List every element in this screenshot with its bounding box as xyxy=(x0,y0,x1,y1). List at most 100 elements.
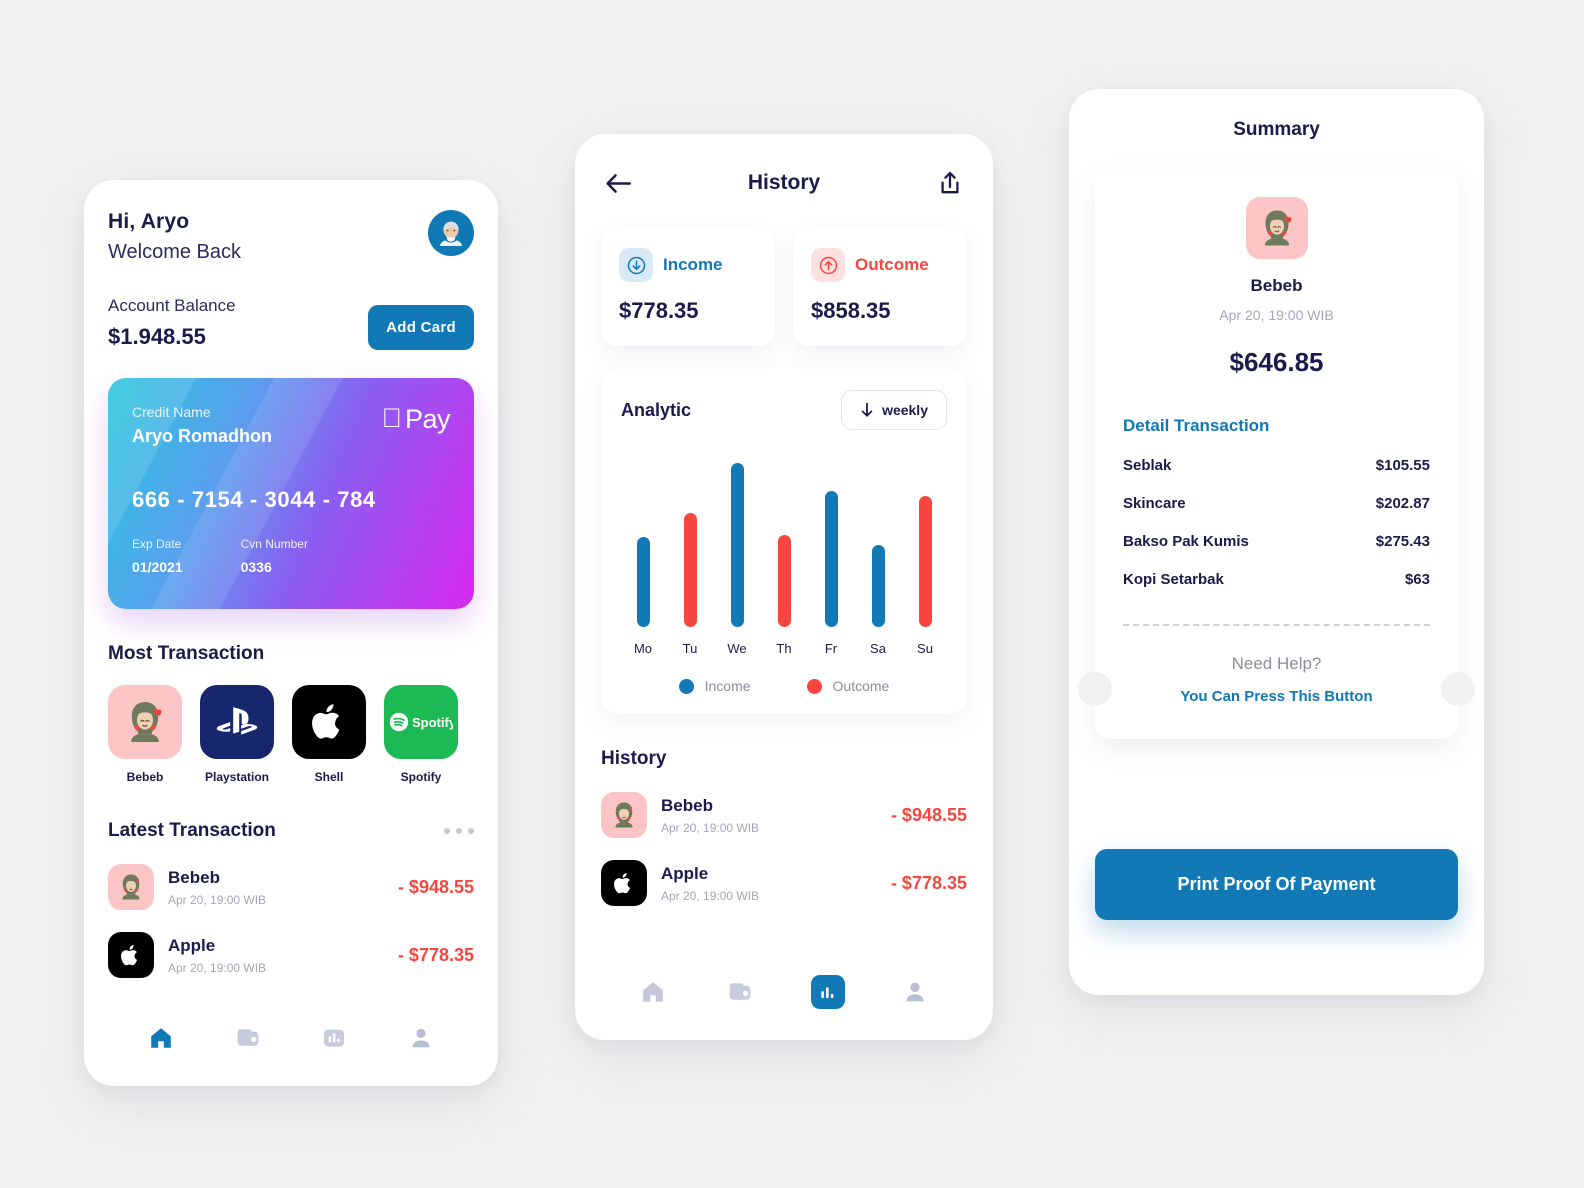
home-content: Hi, Aryo Welcome Back Account Balance $1… xyxy=(84,180,498,978)
most-transaction-item-bebeb[interactable]: Bebeb xyxy=(108,685,182,784)
person-icon xyxy=(906,982,924,1002)
list-item[interactable]: Bebeb Apr 20, 19:00 WIB - $948.55 xyxy=(601,792,967,838)
credit-card[interactable]: Credit Name Aryo Romadhon  Pay 666 - 71… xyxy=(108,378,474,609)
svg-text:Spotify: Spotify xyxy=(412,715,453,730)
chart-bar-column: Sa xyxy=(862,447,894,656)
chart-x-tick-label: Fr xyxy=(824,641,838,656)
phone-summary-screen: Summary Bebeb Apr 20, 19:00 WIB $646.85 … xyxy=(1069,89,1484,995)
transaction-time: Apr 20, 19:00 WIB xyxy=(661,820,760,835)
legend-label: Outcome xyxy=(832,678,890,694)
chart-bar-holder xyxy=(636,447,650,627)
home-icon xyxy=(151,1028,172,1048)
back-button[interactable] xyxy=(601,166,635,200)
nav-item-home[interactable] xyxy=(633,972,673,1012)
phone-history-screen: History Income $778.35 Outcome $858.35 A… xyxy=(575,134,993,1040)
receipt-total: $646.85 xyxy=(1229,347,1324,377)
nav-item-analytics[interactable] xyxy=(314,1018,354,1058)
most-transaction-item-playstation[interactable]: Playstation xyxy=(200,685,274,784)
nav-item-wallet[interactable] xyxy=(720,972,760,1012)
detail-label: Bakso Pak Kumis xyxy=(1123,533,1249,550)
list-item-text: Apple Apr 20, 19:00 WIB xyxy=(168,936,398,975)
greeting-row: Hi, Aryo Welcome Back xyxy=(108,210,474,264)
chart-x-tick-label: Tu xyxy=(682,641,698,656)
income-card[interactable]: Income $778.35 xyxy=(601,228,775,346)
list-item[interactable]: Bebeb Apr 20, 19:00 WIB - $948.55 xyxy=(108,864,474,910)
outcome-label: Outcome xyxy=(855,255,929,274)
credit-card-number: 666 - 7154 - 3044 - 784 xyxy=(132,487,376,512)
receipt-notch-right xyxy=(1441,672,1475,706)
nav-item-wallet[interactable] xyxy=(228,1018,268,1058)
most-transaction-item-shell[interactable]: Shell xyxy=(292,685,366,784)
apple-logo-glyph xyxy=(121,944,138,965)
income-outcome-row: Income $778.35 Outcome $858.35 xyxy=(601,228,967,346)
chart-x-tick-label: Su xyxy=(917,641,933,656)
transaction-amount: - $948.55 xyxy=(890,804,967,825)
most-transaction-tiles: Bebeb Playstation Shell Spotify Spotify xyxy=(108,685,474,784)
nav-item-home[interactable] xyxy=(141,1018,181,1058)
detail-transaction-title: Detail Transaction xyxy=(1123,416,1270,435)
analytic-header: Analytic weekly xyxy=(621,390,947,430)
range-label: weekly xyxy=(882,402,928,418)
outcome-card[interactable]: Outcome $858.35 xyxy=(793,228,967,346)
page-title: Summary xyxy=(1233,119,1320,140)
latest-transaction-title: Latest Transaction xyxy=(108,820,276,841)
spotify-logo-glyph: Spotify xyxy=(389,712,453,732)
home-icon xyxy=(642,982,663,1002)
most-transaction-label: Shell xyxy=(314,770,344,784)
list-item-text: Bebeb Apr 20, 19:00 WIB xyxy=(661,796,891,835)
help-action-link[interactable]: You Can Press This Button xyxy=(1123,688,1430,705)
history-content: History Income $778.35 Outcome $858.35 A… xyxy=(575,134,993,906)
chart-bar xyxy=(918,496,932,627)
chart-bar xyxy=(777,535,791,627)
most-transaction-item-spotify[interactable]: Spotify Spotify xyxy=(384,685,458,784)
bar-chart-icon xyxy=(821,986,834,998)
print-proof-button[interactable]: Print Proof Of Payment xyxy=(1095,849,1458,920)
nav-item-profile[interactable] xyxy=(401,1018,441,1058)
cvn-block: Cvn Number 0336 xyxy=(241,537,308,575)
transaction-time: Apr 20, 19:00 WIB xyxy=(168,892,267,907)
memoji-woman-hijab-glyph xyxy=(122,874,140,900)
credit-card-top: Credit Name Aryo Romadhon  Pay xyxy=(132,404,451,447)
memoji-woman-hijab-icon xyxy=(601,792,647,838)
nav-item-profile[interactable] xyxy=(895,972,935,1012)
chart-bar-column: Fr xyxy=(815,447,847,656)
chart-bar-holder xyxy=(730,447,744,627)
share-button[interactable] xyxy=(933,166,967,200)
nav-active-indicator xyxy=(810,975,845,1009)
screenshot-stage: Hi, Aryo Welcome Back Account Balance $1… xyxy=(0,0,1584,1188)
nav-item-analytics[interactable] xyxy=(808,972,848,1012)
greeting-subtitle: Welcome Back xyxy=(108,241,242,263)
chart-bar-holder xyxy=(871,447,885,627)
bar-chart-icon xyxy=(324,1029,345,1047)
add-card-button[interactable]: Add Card xyxy=(368,305,474,350)
transaction-time: Apr 20, 19:00 WIB xyxy=(661,888,760,903)
arrow-down-circle-glyph xyxy=(627,256,645,274)
list-item[interactable]: Apple Apr 20, 19:00 WIB - $778.35 xyxy=(601,860,967,906)
detail-amount: $202.87 xyxy=(1375,495,1430,512)
chart-bar-column: We xyxy=(721,447,753,656)
income-label: Income xyxy=(663,255,723,274)
detail-label: Skincare xyxy=(1123,495,1186,512)
history-list-title: History xyxy=(601,748,667,769)
legend-item-income: Income xyxy=(678,678,751,694)
most-transaction-title: Most Transaction xyxy=(108,643,265,664)
three-dots-icon[interactable] xyxy=(444,828,474,834)
cvn-label: Cvn Number xyxy=(240,537,308,551)
apple-logo-glyph xyxy=(312,704,340,739)
detail-row: Bakso Pak Kumis $275.43 xyxy=(1123,533,1430,550)
page-title: History xyxy=(747,171,821,194)
range-selector[interactable]: weekly xyxy=(841,390,947,430)
credit-name-label: Credit Name xyxy=(132,404,211,420)
detail-row: Kopi Setarbak $63 xyxy=(1123,571,1430,588)
avatar[interactable] xyxy=(428,210,474,256)
list-item[interactable]: Apple Apr 20, 19:00 WIB - $778.35 xyxy=(108,932,474,978)
apple-logo-icon:  xyxy=(382,404,402,432)
arrow-left-icon xyxy=(605,173,631,193)
arrow-up-circle-icon xyxy=(811,248,845,282)
latest-transaction-header: Latest Transaction xyxy=(108,820,474,842)
help-question: Need Help? xyxy=(1231,654,1322,673)
balance-row: Account Balance $1.948.55 Add Card xyxy=(108,296,474,350)
receipt-notch-left xyxy=(1078,672,1112,706)
receipt-card: Bebeb Apr 20, 19:00 WIB $646.85 Detail T… xyxy=(1078,169,1475,739)
history-header: History xyxy=(601,166,967,200)
